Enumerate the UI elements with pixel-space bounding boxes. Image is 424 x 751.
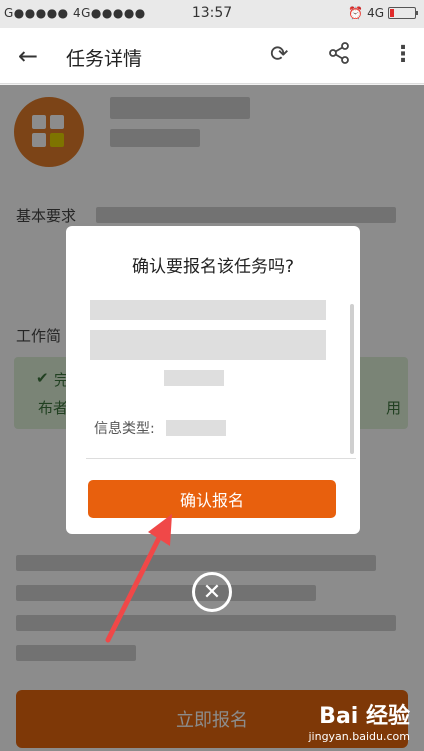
- status-bar: G●●●●● 4G●●●●● 13:57 ⏰ 4G: [0, 0, 424, 28]
- blurred-dialog-line-2: [90, 330, 326, 360]
- network-label: 4G: [367, 6, 384, 20]
- more-menu-icon[interactable]: ⋮: [392, 42, 414, 67]
- blurred-info-type: [166, 420, 226, 436]
- close-icon[interactable]: ✕: [192, 572, 232, 612]
- alarm-icon: ⏰: [348, 6, 364, 20]
- watermark-url: jingyan.baidu.com: [308, 730, 410, 743]
- blurred-dialog-line-3: [164, 370, 224, 386]
- info-type-label: 信息类型:: [94, 421, 155, 437]
- baidu-jingyan-watermark: Bai 经验 jingyan.baidu.com: [308, 698, 410, 743]
- app-header: ← 任务详情 ⟳ ⋮: [0, 28, 424, 84]
- confirm-signup-button[interactable]: 确认报名: [88, 480, 336, 518]
- share-icon[interactable]: [328, 42, 350, 70]
- dialog-scrollbar[interactable]: [350, 304, 354, 454]
- battery-icon: [388, 7, 418, 19]
- watermark-brand: Bai 经验: [319, 704, 410, 729]
- dialog-title: 确认要报名该任务吗?: [131, 257, 295, 277]
- status-icons: ⏰ 4G: [348, 6, 418, 20]
- confirm-signup-dialog: 确认要报名该任务吗? 信息类型: 确认报名: [66, 226, 360, 534]
- back-arrow-icon[interactable]: ←: [18, 42, 38, 70]
- dialog-divider: [86, 458, 356, 459]
- blurred-dialog-line-1: [90, 300, 326, 320]
- refresh-icon[interactable]: ⟳: [270, 42, 288, 67]
- page-title: 任务详情: [66, 48, 143, 70]
